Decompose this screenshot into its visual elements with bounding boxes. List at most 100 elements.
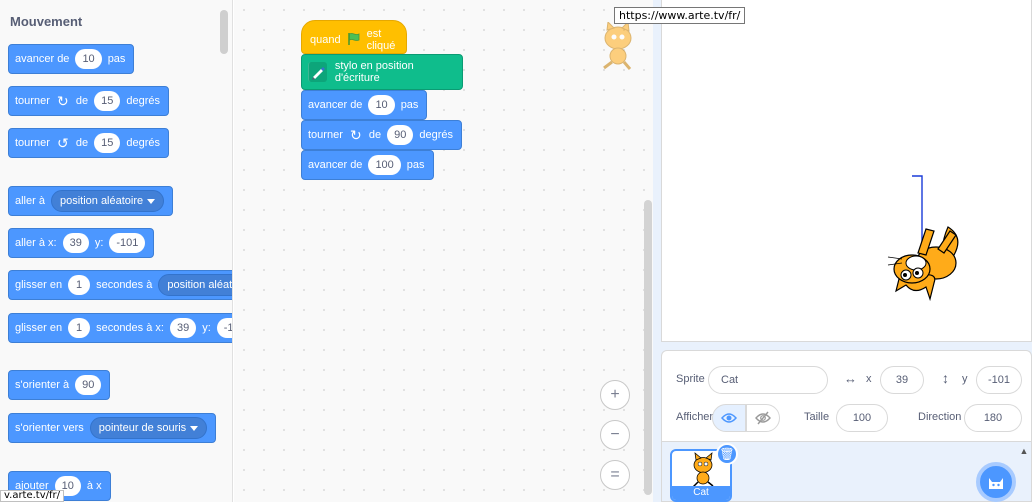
block-move-steps[interactable]: avancer de 100 pas [301, 150, 434, 180]
trash-icon: 🗑 [719, 447, 735, 461]
degrees-input[interactable]: 15 [94, 91, 121, 111]
block-glide-xy[interactable]: glisser en 1 secondes à x: 39 y: -101 [8, 313, 232, 343]
block-label: avancer de [308, 159, 363, 171]
sprite-info-panel: Sprite Cat ↔ x 39 ↕ y -101 Afficher Tail… [661, 350, 1032, 442]
arrows-horizontal-icon: ↔ [844, 371, 857, 386]
sprite-list-scrollbar[interactable]: ▲ [1018, 446, 1030, 502]
y-position-input[interactable]: -101 [976, 366, 1022, 394]
block-mid: secondes à x: [96, 322, 164, 334]
block-label: glisser en [15, 279, 63, 291]
block-point-towards[interactable]: s'orienter vers pointeur de souris [8, 413, 217, 443]
zoom-reset-icon: = [610, 466, 620, 483]
add-sprite-button[interactable] [976, 462, 1016, 502]
pen-icon [308, 62, 327, 82]
block-label: avancer de [308, 99, 363, 111]
block-suffix: pas [400, 99, 419, 111]
block-label: tourner [308, 129, 343, 141]
pen-trail [912, 175, 923, 250]
green-flag-icon [347, 32, 361, 49]
steps-input[interactable]: 100 [368, 155, 401, 175]
block-suffix: degrés [126, 95, 160, 107]
block-mid: de [75, 95, 89, 107]
status-bar-url: v.arte.tv/fr/ [0, 490, 65, 502]
palette-scrollbar[interactable] [220, 10, 228, 54]
size-input[interactable]: 100 [836, 404, 888, 432]
block-label: tourner [15, 95, 50, 107]
block-when-flag-clicked[interactable]: quand est cliqué [301, 20, 407, 54]
block-glide-to[interactable]: glisser en 1 secondes à position aléatoi… [8, 270, 232, 300]
hide-button[interactable] [746, 404, 780, 432]
category-title: Mouvement [10, 14, 83, 29]
block-turn-right[interactable]: tourner ↻ de 15 degrés [8, 86, 169, 116]
direction-label: Direction [918, 411, 962, 423]
block-label: aller à [15, 195, 45, 207]
eye-icon [721, 413, 737, 423]
block-suffix: pas [107, 53, 126, 65]
sprite-label: Sprite [676, 373, 705, 385]
dropdown-value: position aléatoire [59, 195, 144, 207]
degrees-input[interactable]: 15 [94, 133, 121, 153]
block-mid: de [368, 129, 382, 141]
show-button[interactable] [712, 404, 746, 432]
rotate-right-icon: ↻ [349, 126, 362, 143]
stage-canvas [887, 175, 959, 302]
sprite-name-input[interactable]: Cat [708, 366, 828, 394]
seconds-input[interactable]: 1 [68, 275, 91, 295]
eye-slash-icon [755, 411, 771, 425]
block-label: quand [310, 34, 341, 46]
y-label: y: [94, 237, 104, 249]
block-label: avancer de [15, 53, 70, 65]
cat-add-icon [989, 478, 1003, 489]
towards-dropdown[interactable]: pointeur de souris [89, 417, 208, 439]
direction-input[interactable]: 180 [964, 404, 1022, 432]
x-label: x [866, 373, 872, 385]
direction-input[interactable]: 90 [75, 375, 102, 395]
goto-dropdown[interactable]: position aléatoire [50, 190, 165, 212]
glide-dropdown[interactable]: position aléatoire [158, 274, 232, 296]
steps-input[interactable]: 10 [368, 95, 395, 115]
degrees-input[interactable]: 90 [387, 125, 414, 145]
block-mid: secondes à [96, 279, 153, 291]
block-suffix: degrés [419, 129, 453, 141]
chevron-down-icon [190, 425, 199, 431]
rotate-right-icon: ↻ [56, 92, 69, 109]
zoom-out-button[interactable]: − [600, 420, 630, 450]
block-goto-xy[interactable]: aller à x: 39 y: -101 [8, 228, 155, 258]
block-palette: Mouvement avancer de 10 pas tourner ↻ de… [0, 0, 233, 502]
block-turn-right[interactable]: tourner ↻ de 90 degrés [301, 120, 462, 150]
block-suffix: degrés [126, 137, 160, 149]
block-move-steps[interactable]: avancer de 10 pas [301, 90, 428, 120]
zoom-reset-button[interactable]: = [600, 460, 630, 490]
stage[interactable] [661, 0, 1032, 342]
block-suffix: pas [406, 159, 425, 171]
size-label: Taille [804, 411, 830, 423]
block-point-direction[interactable]: s'orienter à 90 [8, 370, 111, 400]
delete-sprite-button[interactable]: 🗑 [716, 443, 738, 465]
block-turn-left[interactable]: tourner ↺ de 15 degrés [8, 128, 169, 158]
y-label: y [962, 373, 968, 385]
zoom-in-button[interactable]: + [600, 380, 630, 410]
block-label: aller à x: [15, 237, 57, 249]
arrows-vertical-icon: ↕ [942, 370, 949, 386]
block-mid: de [75, 137, 89, 149]
seconds-input[interactable]: 1 [68, 318, 91, 338]
x-input[interactable]: 39 [62, 233, 89, 253]
y-input[interactable]: -101 [216, 318, 232, 338]
x-input[interactable]: 39 [169, 318, 197, 338]
url-tooltip: https://www.arte.tv/fr/ [614, 7, 746, 24]
show-label: Afficher [676, 411, 714, 423]
steps-input[interactable]: 10 [75, 49, 102, 69]
block-move-steps[interactable]: avancer de 10 pas [8, 44, 135, 74]
sprite-thumbnail-label: Cat [672, 486, 730, 500]
block-goto[interactable]: aller à position aléatoire [8, 186, 174, 216]
block-label: stylo en position d'écriture [334, 60, 414, 84]
script-scrollbar[interactable] [644, 200, 652, 495]
block-label: s'orienter vers [15, 422, 84, 434]
block-pen-down[interactable]: stylo en position d'écriture [301, 54, 463, 90]
block-label: glisser en [15, 322, 63, 334]
chevron-down-icon [147, 198, 156, 204]
block-suffix: à x [86, 480, 102, 492]
x-position-input[interactable]: 39 [880, 366, 924, 394]
y-label: y: [202, 322, 211, 334]
y-input[interactable]: -101 [109, 233, 146, 253]
